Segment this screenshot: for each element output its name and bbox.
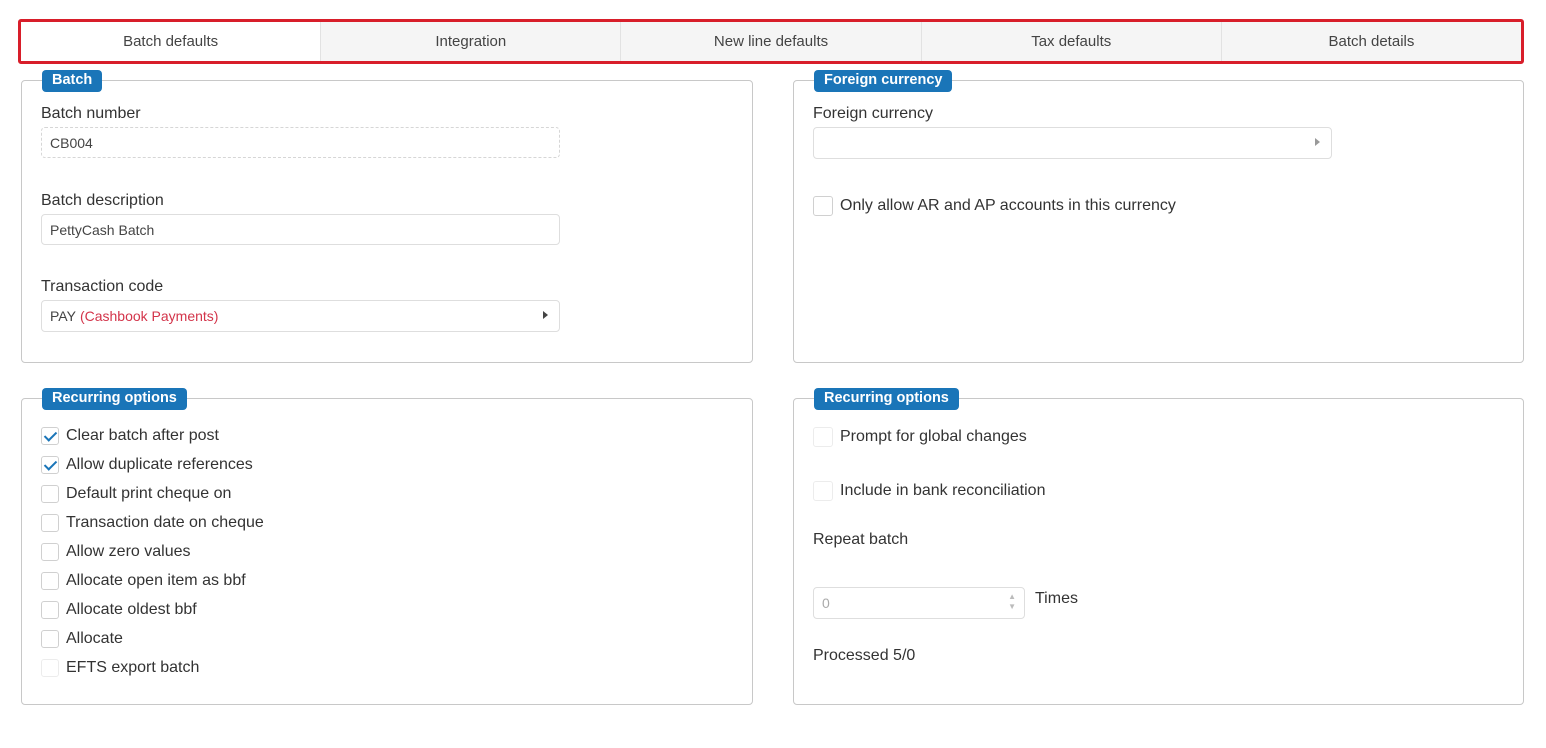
recurring-options-left-legend: Recurring options <box>42 388 187 410</box>
allocate-open-item-option[interactable]: Allocate open item as bbf <box>41 572 246 590</box>
clear-batch-after-post-checkbox[interactable] <box>41 427 59 445</box>
transaction-date-on-cheque-option[interactable]: Transaction date on cheque <box>41 514 264 532</box>
caret-right-icon <box>1315 138 1320 146</box>
transaction-code-select[interactable]: PAY (Cashbook Payments) <box>41 300 560 332</box>
only-allow-ar-ap-label: Only allow AR and AP accounts in this cu… <box>840 197 1176 214</box>
clear-batch-after-post-label: Clear batch after post <box>66 427 219 444</box>
allow-duplicate-references-label: Allow duplicate references <box>66 456 253 473</box>
allocate-label: Allocate <box>66 630 123 647</box>
repeat-batch-stepper[interactable]: 0 ▲ ▼ <box>813 587 1025 619</box>
efts-export-batch-label: EFTS export batch <box>66 659 200 676</box>
spinner-arrows-icon[interactable]: ▲ ▼ <box>1008 592 1016 612</box>
batch-description-label: Batch description <box>41 192 164 209</box>
batch-panel: Batch Batch number CB004 Batch descripti… <box>21 70 753 363</box>
efts-export-batch-checkbox[interactable] <box>41 659 59 677</box>
caret-right-icon <box>543 311 548 319</box>
prompt-global-changes-label: Prompt for global changes <box>840 428 1027 445</box>
default-print-cheque-option[interactable]: Default print cheque on <box>41 485 231 503</box>
foreign-currency-label: Foreign currency <box>813 105 934 122</box>
allocate-option[interactable]: Allocate <box>41 630 123 648</box>
default-print-cheque-checkbox[interactable] <box>41 485 59 503</box>
transaction-code-description: (Cashbook Payments) <box>79 308 219 324</box>
clear-batch-after-post-option[interactable]: Clear batch after post <box>41 427 219 445</box>
batch-number-field[interactable]: CB004 <box>41 127 560 158</box>
allocate-oldest-bbf-checkbox[interactable] <box>41 601 59 619</box>
recurring-options-right-panel: Recurring options Prompt for global chan… <box>793 388 1524 705</box>
transaction-code-value: PAY <box>50 308 76 324</box>
default-print-cheque-label: Default print cheque on <box>66 485 232 502</box>
allow-duplicate-references-checkbox[interactable] <box>41 456 59 474</box>
recurring-options-right-legend: Recurring options <box>814 388 959 410</box>
prompt-global-changes-option[interactable]: Prompt for global changes <box>813 427 1027 447</box>
recurring-options-left-panel: Recurring options Clear batch after post… <box>21 388 753 705</box>
allow-zero-values-option[interactable]: Allow zero values <box>41 543 191 561</box>
batch-description-value: PettyCash Batch <box>50 221 155 238</box>
allocate-oldest-bbf-label: Allocate oldest bbf <box>66 601 197 618</box>
transaction-date-on-cheque-checkbox[interactable] <box>41 514 59 532</box>
prompt-global-changes-checkbox[interactable] <box>813 427 833 447</box>
batch-legend: Batch <box>42 70 103 92</box>
transaction-code-label: Transaction code <box>41 278 164 295</box>
batch-number-label: Batch number <box>41 105 141 122</box>
efts-export-batch-option[interactable]: EFTS export batch <box>41 659 199 677</box>
times-label: Times <box>1035 590 1078 607</box>
allocate-open-item-label: Allocate open item as bbf <box>66 572 246 589</box>
transaction-date-on-cheque-label: Transaction date on cheque <box>66 514 264 531</box>
allow-duplicate-references-option[interactable]: Allow duplicate references <box>41 456 253 474</box>
only-allow-ar-ap-option[interactable]: Only allow AR and AP accounts in this cu… <box>813 196 1176 216</box>
include-bank-reconciliation-option[interactable]: Include in bank reconciliation <box>813 481 1045 501</box>
include-bank-reconciliation-checkbox[interactable] <box>813 481 833 501</box>
foreign-currency-select[interactable] <box>813 127 1332 159</box>
repeat-batch-label: Repeat batch <box>813 531 909 548</box>
allow-zero-values-label: Allow zero values <box>66 543 191 560</box>
allocate-checkbox[interactable] <box>41 630 59 648</box>
foreign-currency-panel: Foreign currency Foreign currency Only a… <box>793 70 1524 363</box>
foreign-currency-legend: Foreign currency <box>814 70 953 92</box>
tab-highlight-outline <box>18 19 1524 64</box>
processed-label: Processed 5/0 <box>813 647 916 664</box>
allow-zero-values-checkbox[interactable] <box>41 543 59 561</box>
batch-description-field[interactable]: PettyCash Batch <box>41 214 560 245</box>
only-allow-ar-ap-checkbox[interactable] <box>813 196 833 216</box>
allocate-open-item-checkbox[interactable] <box>41 572 59 590</box>
batch-number-value: CB004 <box>50 134 93 151</box>
repeat-batch-value: 0 <box>822 595 830 611</box>
allocate-oldest-bbf-option[interactable]: Allocate oldest bbf <box>41 601 197 619</box>
include-bank-reconciliation-label: Include in bank reconciliation <box>840 482 1046 499</box>
